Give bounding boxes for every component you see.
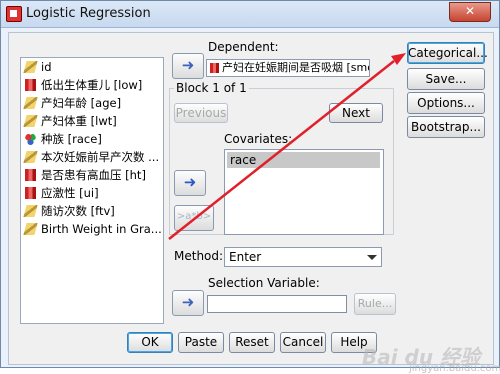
logistic-regression-dialog: Logistic Regression ✕ id 低出生体重儿 [low] 产妇…: [0, 0, 500, 374]
annotation-arrow-head: [391, 53, 406, 65]
annotation-overlay: [168, 53, 406, 240]
annotation-arrow-line: [168, 60, 395, 240]
